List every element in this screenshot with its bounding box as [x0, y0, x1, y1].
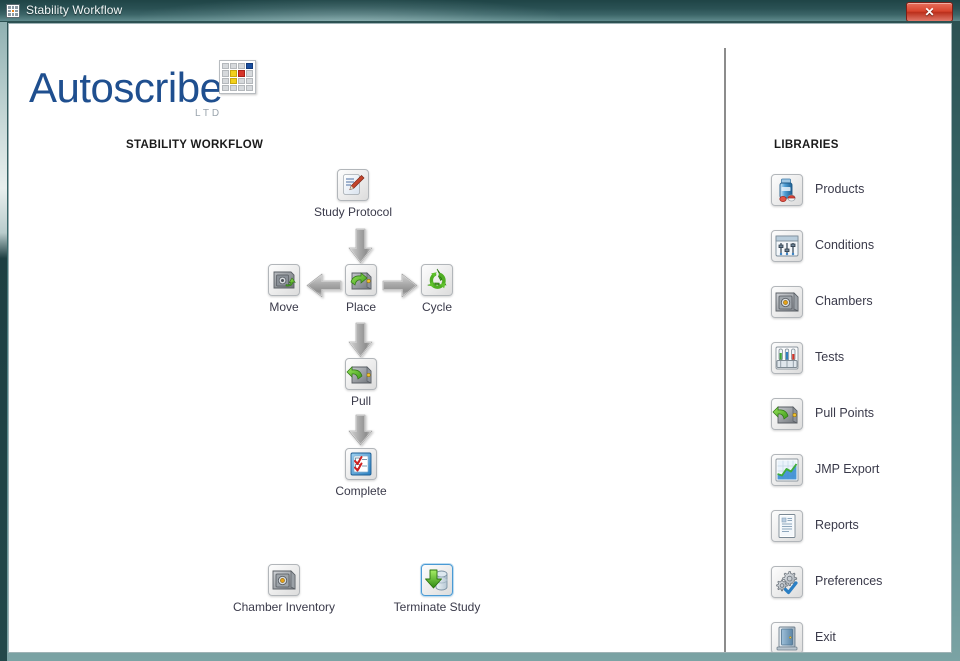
workflow-node-label: Cycle: [421, 300, 452, 314]
library-item-chambers[interactable]: Chambers: [771, 286, 951, 320]
pill-bottle-icon: [771, 174, 803, 206]
client-area: Autoscribe LTD STABILITY WORKFLOW LIBRAR…: [8, 23, 952, 653]
library-item-preferences[interactable]: Preferences: [771, 566, 951, 600]
connector-arrow-down-place-to-pull: [347, 322, 374, 358]
library-item-label: Chambers: [815, 294, 873, 308]
safe-pull-icon: [771, 398, 803, 430]
title-bar-glow: [140, 0, 560, 21]
workflow-heading: STABILITY WORKFLOW: [126, 139, 264, 151]
door-icon: [771, 622, 803, 652]
application-window: Stability Workflow ✕ Autoscribe LTD STAB…: [0, 0, 960, 661]
workflow-node-label: Complete: [335, 484, 387, 498]
workflow-node-label: Study Protocol: [313, 205, 393, 219]
libraries-heading: LIBRARIES: [774, 139, 839, 151]
close-button[interactable]: ✕: [906, 2, 953, 21]
workflow-node-pull[interactable]: Pull: [301, 358, 421, 408]
safe-icon: [771, 286, 803, 318]
line-chart-icon: [771, 454, 803, 486]
library-item-tests[interactable]: Tests: [771, 342, 951, 376]
grid-icon: [6, 4, 20, 18]
workflow-node-label: Pull: [350, 394, 371, 408]
recycle-icon: [421, 264, 453, 296]
title-bar: Stability Workflow ✕: [0, 0, 960, 21]
library-item-label: Preferences: [815, 574, 883, 588]
autoscribe-grid-logo-icon: [219, 60, 256, 94]
library-item-pull-points[interactable]: Pull Points: [771, 398, 951, 432]
close-icon: ✕: [924, 5, 935, 19]
database-down-arrow-icon: [421, 564, 453, 596]
library-item-label: Exit: [815, 630, 836, 644]
document-pen-icon: [337, 169, 369, 201]
workflow-node-chamber-inventory[interactable]: Chamber Inventory: [224, 564, 344, 614]
library-item-reports[interactable]: Reports: [771, 510, 951, 544]
safe-place-icon: [345, 264, 377, 296]
library-item-products[interactable]: Products: [771, 174, 951, 208]
workflow-node-study-protocol[interactable]: Study Protocol: [293, 169, 413, 219]
library-item-label: JMP Export: [815, 462, 880, 476]
sliders-icon: [771, 230, 803, 262]
connector-arrow-down-protocol-to-place: [347, 228, 374, 264]
autoscribe-logo: Autoscribe LTD: [23, 60, 273, 134]
library-item-exit[interactable]: Exit: [771, 622, 951, 652]
library-item-label: Conditions: [815, 238, 875, 252]
window-left-edge: [0, 22, 7, 661]
library-item-label: Reports: [815, 518, 859, 532]
panel-divider: [724, 48, 726, 652]
workflow-node-label: Terminate Study: [393, 600, 481, 614]
window-title: Stability Workflow: [26, 3, 123, 17]
safe-move-icon: [268, 264, 300, 296]
workflow-node-label: Chamber Inventory: [232, 600, 336, 614]
checklist-icon: [345, 448, 377, 480]
library-item-label: Products: [815, 182, 865, 196]
logo-wordmark: Autoscribe: [29, 64, 223, 111]
workflow-node-cycle[interactable]: Cycle: [377, 264, 497, 314]
library-item-label: Tests: [815, 350, 845, 364]
workflow-node-terminate-study[interactable]: Terminate Study: [377, 564, 497, 614]
workflow-node-complete[interactable]: Complete: [301, 448, 421, 498]
connector-arrow-down-pull-to-complete: [347, 414, 374, 446]
safe-pull-icon: [345, 358, 377, 390]
library-item-conditions[interactable]: Conditions: [771, 230, 951, 264]
safe-icon: [268, 564, 300, 596]
library-item-jmp-export[interactable]: JMP Export: [771, 454, 951, 488]
document-icon: [771, 510, 803, 542]
test-tubes-icon: [771, 342, 803, 374]
logo-suffix: LTD: [195, 108, 223, 119]
library-item-label: Pull Points: [815, 406, 875, 420]
gears-check-icon: [771, 566, 803, 598]
